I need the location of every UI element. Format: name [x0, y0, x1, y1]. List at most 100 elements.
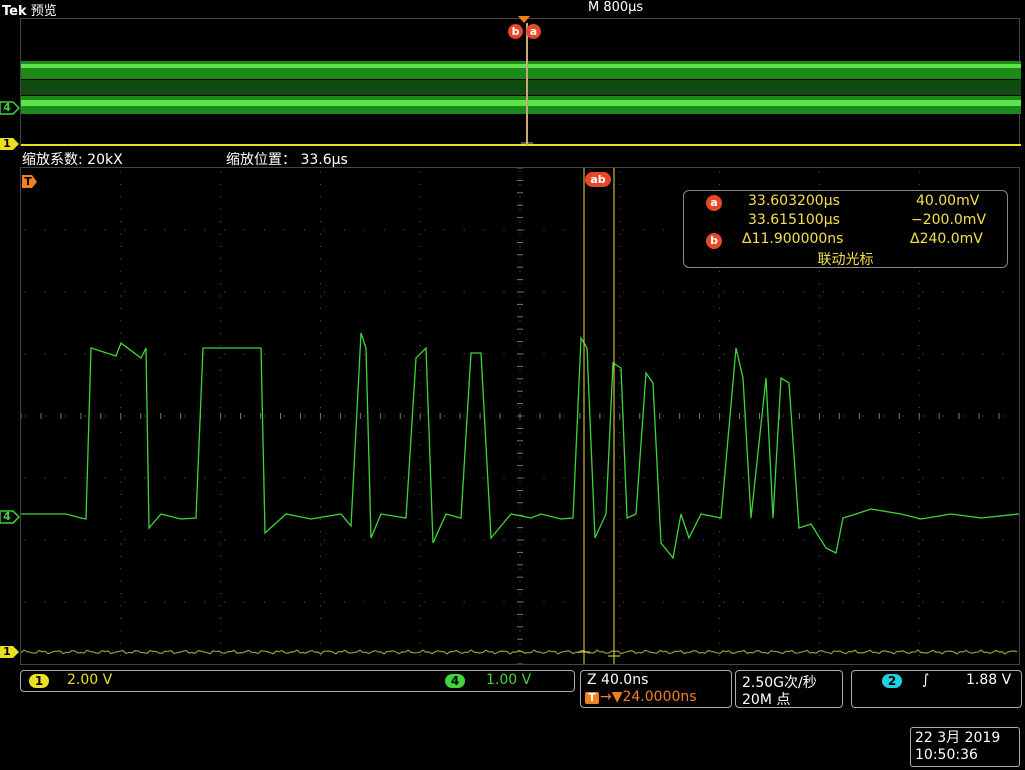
- ch1-scale[interactable]: 2.00 V: [67, 672, 112, 688]
- grid-dot: [104, 477, 106, 479]
- overview-svg: [21, 23, 1021, 146]
- grid-dot: [319, 295, 321, 297]
- grid-dot: [818, 580, 820, 582]
- grid-dot: [419, 593, 421, 595]
- overview-ch4-band-upper-bright: [21, 64, 1021, 68]
- grid-dot: [842, 353, 844, 355]
- grid-dot: [619, 469, 621, 471]
- grid-dot: [743, 291, 745, 293]
- timebase-readout[interactable]: M 800μs: [588, 0, 643, 15]
- grid-dot: [64, 477, 66, 479]
- grid-dot: [763, 291, 765, 293]
- main-cursors-ab-badge[interactable]: ab: [585, 172, 611, 187]
- ch4-badge[interactable]: 4: [445, 674, 465, 688]
- grid-dot: [204, 229, 206, 231]
- grid-dot: [719, 493, 721, 495]
- grid-dot: [822, 291, 824, 293]
- grid-dot: [982, 291, 984, 293]
- grid-dot: [703, 601, 705, 603]
- grid-dot: [120, 580, 122, 582]
- grid-dot: [818, 369, 820, 371]
- grid-dot: [220, 382, 222, 384]
- grid-dot: [523, 477, 525, 479]
- grid-dot: [264, 539, 266, 541]
- grid-dot: [918, 183, 920, 185]
- grid-dot: [120, 642, 122, 644]
- trigger-slope-icon[interactable]: ∫: [922, 672, 929, 688]
- grid-dot: [719, 357, 721, 359]
- grid-dot: [818, 171, 820, 173]
- grid-dot: [918, 369, 920, 371]
- grid-dot: [619, 456, 621, 458]
- grid-dot: [743, 539, 745, 541]
- grid-dot: [623, 353, 625, 355]
- grid-dot: [283, 353, 285, 355]
- grid-dot: [184, 353, 186, 355]
- grid-dot: [982, 601, 984, 603]
- grid-dot: [319, 332, 321, 334]
- grid-dot: [323, 601, 325, 603]
- grid-dot: [403, 353, 405, 355]
- grid-dot: [443, 539, 445, 541]
- trigger-offset[interactable]: →▼24.0000ns: [600, 689, 697, 705]
- grid-dot: [818, 568, 820, 570]
- grid-dot: [623, 539, 625, 541]
- grid-dot: [224, 539, 226, 541]
- grid-dot: [120, 295, 122, 297]
- trigger-source-badge[interactable]: 2: [882, 674, 902, 688]
- cursor-readout-panel[interactable]: a 33.603200μs 40.00mV 33.615100μs −200.0…: [683, 190, 1008, 268]
- grid-dot: [120, 183, 122, 185]
- grid-dot: [124, 415, 126, 417]
- grid-dot: [383, 601, 385, 603]
- grid-dot: [519, 543, 521, 545]
- ch1-badge[interactable]: 1: [29, 674, 49, 688]
- grid-dot: [403, 539, 405, 541]
- grid-dot: [283, 477, 285, 479]
- grid-dot: [120, 270, 122, 272]
- grid-dot: [619, 419, 621, 421]
- grid-dot: [818, 283, 820, 285]
- grid-dot: [818, 382, 820, 384]
- grid-dot: [419, 345, 421, 347]
- grid-dot: [84, 601, 86, 603]
- grid-dot: [719, 518, 721, 520]
- grid-dot: [319, 431, 321, 433]
- grid-dot: [443, 477, 445, 479]
- grid-dot: [24, 415, 26, 417]
- trigger-level[interactable]: 1.88 V: [966, 672, 1011, 688]
- grid-dot: [419, 332, 421, 334]
- grid-dot: [503, 415, 505, 417]
- grid-dot: [543, 415, 545, 417]
- grid-dot: [120, 543, 122, 545]
- overview-cursor-b-badge[interactable]: b: [508, 24, 523, 39]
- grid-dot: [24, 229, 26, 231]
- grid-dot: [319, 531, 321, 533]
- grid-dot: [603, 601, 605, 603]
- grid-dot: [84, 477, 86, 479]
- grid-dot: [383, 415, 385, 417]
- horizontal-settings[interactable]: Z 40.0ns T →▼24.0000ns: [580, 670, 732, 708]
- grid-dot: [64, 539, 66, 541]
- grid-dot: [763, 415, 765, 417]
- ch4-scale[interactable]: 1.00 V: [486, 672, 531, 688]
- trigger-settings[interactable]: 2 ∫ 1.88 V: [851, 670, 1022, 708]
- grid-dot: [719, 506, 721, 508]
- grid-dot: [220, 407, 222, 409]
- grid-dot: [643, 477, 645, 479]
- grid-dot: [763, 539, 765, 541]
- channel-scale-bar[interactable]: 1 2.00 V 4 1.00 V: [20, 670, 575, 692]
- grid-dot: [818, 320, 820, 322]
- grid-dot: [543, 353, 545, 355]
- readout-cursor-mode: 联动光标: [817, 252, 874, 268]
- grid-dot: [818, 630, 820, 632]
- acquisition-settings[interactable]: 2.50G次/秒 20M 点: [735, 670, 843, 708]
- overview-cursor-a-badge[interactable]: a: [526, 24, 541, 39]
- record-length[interactable]: 20M 点: [742, 689, 790, 709]
- grid-dot: [120, 407, 122, 409]
- grid-dot: [842, 291, 844, 293]
- grid-dot: [419, 307, 421, 309]
- zoom-timescale[interactable]: Z 40.0ns: [587, 672, 648, 688]
- grid-dot: [818, 357, 820, 359]
- grid-dot: [419, 506, 421, 508]
- grid-dot: [519, 655, 521, 657]
